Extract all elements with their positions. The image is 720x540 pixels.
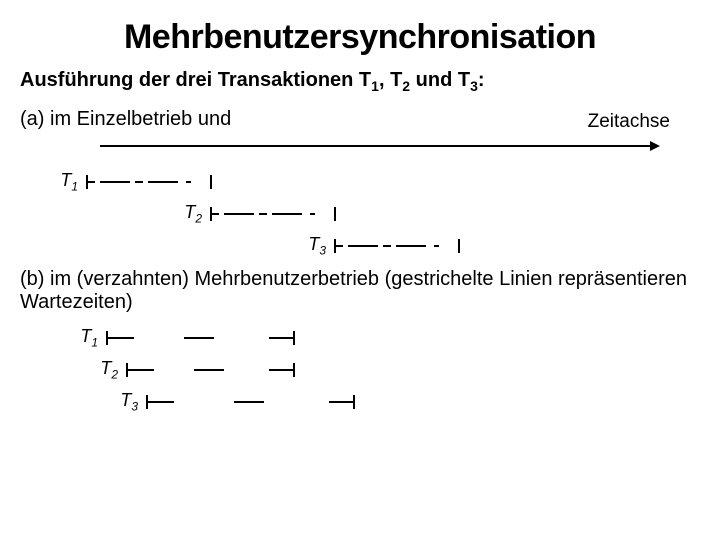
diagram-a: T1 T2 T3 — [50, 166, 700, 262]
bar-t2: T2 — [70, 354, 700, 386]
t-letter: T — [60, 170, 71, 190]
t-letter: T — [100, 358, 111, 378]
t-sub: 3 — [131, 400, 138, 414]
sub-3: 3 — [470, 78, 478, 94]
page-title: Mehrbenutzersynchronisation — [20, 18, 700, 57]
t3-bar-icon — [332, 236, 462, 256]
t-sub: 1 — [71, 180, 78, 194]
t1-label: T1 — [50, 170, 78, 194]
t2-segments-icon — [124, 360, 314, 380]
bar-t2: T2 — [50, 198, 700, 230]
t-sub: 2 — [195, 212, 202, 226]
t1-label: T1 — [70, 326, 98, 350]
bar-t3: T3 — [50, 230, 700, 262]
t1-bar-icon — [84, 172, 214, 192]
t2-label: T2 — [174, 202, 202, 226]
t-letter: T — [308, 234, 319, 254]
subtitle-text: und T — [410, 69, 470, 91]
t-sub: 1 — [91, 336, 98, 350]
subtitle-text: : — [478, 69, 485, 91]
bar-t1: T1 — [70, 322, 700, 354]
subtitle-text: , T — [379, 69, 402, 91]
t3-label: T3 — [298, 234, 326, 258]
sub-2: 2 — [402, 78, 410, 94]
t-letter: T — [120, 390, 131, 410]
time-axis-arrow — [100, 139, 660, 153]
t-sub: 2 — [111, 368, 118, 382]
bar-t3: T3 — [70, 386, 700, 418]
t1-segments-icon — [104, 328, 314, 348]
diagram-b: T1 T2 T3 — [70, 322, 700, 418]
t3-label: T3 — [110, 390, 138, 414]
part-b-label: (b) im (verzahnten) Mehrbenutzerbetrieb … — [20, 268, 700, 314]
bar-t1: T1 — [50, 166, 700, 198]
t2-label: T2 — [90, 358, 118, 382]
t2-bar-icon — [208, 204, 338, 224]
t3-segments-icon — [144, 392, 374, 412]
t-letter: T — [184, 202, 195, 222]
axis-label: Zeitachse — [588, 111, 670, 133]
subtitle-text: Ausführung der drei Transaktionen T — [20, 69, 371, 91]
subtitle: Ausführung der drei Transaktionen T1, T2… — [20, 69, 700, 94]
t-letter: T — [80, 326, 91, 346]
sub-1: 1 — [371, 78, 379, 94]
t-sub: 3 — [319, 244, 326, 258]
